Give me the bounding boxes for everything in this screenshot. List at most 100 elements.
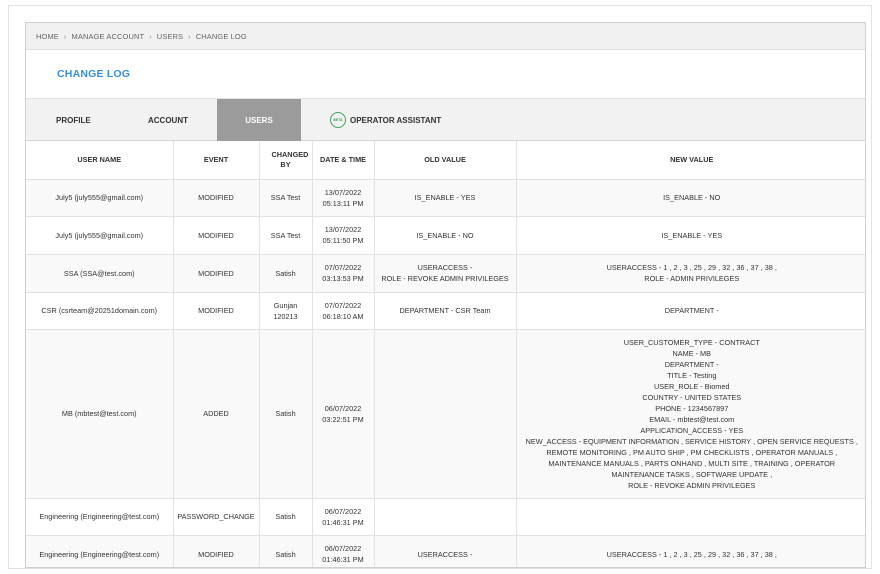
cell-user-name: July5 (july555@gmail.com)	[26, 216, 174, 255]
header-old-value[interactable]: OLD VALUE	[374, 141, 517, 180]
tab-label: PROFILE	[56, 115, 91, 125]
cell-date-time: 06/07/2022 01:46:31 PM	[312, 535, 375, 567]
table-row[interactable]: July5 (july555@gmail.com) MODIFIED SSA Tes…	[26, 216, 865, 255]
breadcrumb-change-log: CHANGE LOG	[195, 31, 247, 41]
new-value-line: PHONE - 1234567897	[655, 403, 729, 413]
header-user-name[interactable]: USER NAME	[26, 141, 174, 180]
date-time-line: 05:13:11 PM	[322, 198, 364, 208]
change-log-panel: HOME › MANAGE ACCOUNT › USERS › CHANGE L…	[25, 22, 866, 568]
beta-badge-icon: BETA	[330, 112, 346, 128]
page-title: CHANGE LOG	[57, 68, 131, 80]
breadcrumb-separator: ›	[188, 31, 191, 41]
cell-date-time: 13/07/2022 05:11:50 PM	[312, 216, 375, 255]
new-value-line: COUNTRY - UNITED STATES	[642, 392, 742, 402]
date-time-line: 06/07/2022	[324, 506, 362, 516]
breadcrumb-separator: ›	[149, 31, 152, 41]
new-value-line: NAME - MB	[672, 348, 711, 358]
date-time-line: 13/07/2022	[324, 225, 362, 234]
changed-by-line: SSA Test	[270, 193, 301, 202]
new-value-line: MAINTENANCE MANUALS , PARTS ONHAND , MUL…	[548, 458, 836, 468]
cell-date-time: 13/07/2022 05:13:11 PM	[312, 179, 375, 217]
change-log-table: USER NAME EVENT CHANGED BY DATE & TIME O…	[26, 141, 865, 567]
header-event[interactable]: EVENT	[173, 141, 260, 180]
table-row[interactable]: MB (mbtest@test.com) ADDED Satish 06/07/202…	[26, 329, 865, 499]
new-value-line: IS_ENABLE - YES	[661, 230, 723, 240]
tab-bar: PROFILE ACCOUNT USERS BETA OPERATOR ASSI…	[26, 98, 865, 141]
cell-user-name: MB (mbtest@test.com)	[26, 329, 174, 499]
changed-by-line: Satish	[275, 268, 296, 278]
new-value-line: ROLE - REVOKE ADMIN PRIVILEGES	[628, 480, 756, 490]
old-value-line: IS_ENABLE - NO	[416, 230, 474, 240]
header-new-value[interactable]: NEW VALUE	[516, 141, 865, 180]
date-time-line: 01:46:31 PM	[322, 517, 364, 527]
cell-user-name: Engineering (Engineering@test.com)	[26, 535, 174, 567]
old-value-line: IS_ENABLE - YES	[414, 193, 476, 202]
cell-old-value	[374, 329, 517, 499]
table-row[interactable]: Engineering (Engineering@test.com) MODIFI…	[26, 535, 865, 567]
old-value-line: ROLE - REVOKE ADMIN PRIVILEGES	[381, 274, 509, 283]
table-header-row: USER NAME EVENT CHANGED BY DATE & TIME O…	[26, 141, 865, 180]
cell-changed-by: Satish	[259, 535, 313, 567]
tab-label: ACCOUNT	[148, 115, 188, 125]
tab-account[interactable]: ACCOUNT	[148, 99, 188, 141]
new-value-line: USERACCESS - 1 , 2 , 3 , 25 , 29 , 32 , …	[606, 263, 777, 272]
new-value-line: IS_ENABLE - NO	[663, 193, 721, 202]
table-row[interactable]: CSR (csrteam@20251domain.com) MODIFIED Gun…	[26, 292, 865, 330]
new-value-line: EMAIL - mbtest@test.com	[649, 414, 735, 424]
breadcrumb-users[interactable]: USERS	[157, 32, 183, 41]
breadcrumb-home[interactable]: HOME	[36, 32, 59, 41]
cell-user-name: SSA (SSA@test.com)	[26, 254, 174, 293]
cell-event: MODIFIED	[173, 535, 260, 567]
new-value-line: DEPARTMENT -	[664, 359, 719, 369]
table-row[interactable]: July5 (july555@gmail.com) MODIFIED SSA Tes…	[26, 179, 865, 217]
cell-old-value: DEPARTMENT - CSR Team	[374, 292, 517, 330]
new-value-line: MAINTENANCE TASKS , SOFTWARE UPDATE ,	[611, 469, 773, 479]
old-value-line: USERACCESS -	[417, 549, 473, 559]
cell-date-time: 07/07/2022 03:13:53 PM	[312, 254, 375, 293]
cell-changed-by: Satish	[259, 498, 313, 536]
new-value-line: TITLE - Testing	[667, 370, 717, 380]
cell-new-value: DEPARTMENT -	[516, 292, 865, 330]
tab-profile[interactable]: PROFILE	[56, 99, 91, 141]
header-changed-by[interactable]: CHANGED BY	[259, 141, 313, 180]
cell-old-value: IS_ENABLE - NO	[374, 216, 517, 255]
breadcrumb-manage-account[interactable]: MANAGE ACCOUNT	[72, 32, 145, 41]
cell-new-value: USER_CUSTOMER_TYPE - CONTRACT NAME - MB DE…	[516, 329, 865, 499]
cell-event: MODIFIED	[173, 292, 260, 330]
cell-changed-by: SSA Test	[259, 179, 313, 217]
tab-operator-assistant[interactable]: BETA OPERATOR ASSISTANT	[330, 99, 441, 141]
cell-old-value: USERACCESS - ROLE - REVOKE ADMIN PRIVILEG…	[374, 254, 517, 293]
page-frame: HOME › MANAGE ACCOUNT › USERS › CHANGE L…	[8, 5, 872, 569]
new-value-line: USER_CUSTOMER_TYPE - CONTRACT	[623, 337, 760, 347]
new-value-line: DEPARTMENT -	[664, 306, 719, 315]
title-bar: CHANGE LOG	[26, 50, 865, 98]
date-time-line: 01:46:31 PM	[322, 555, 364, 564]
table-row[interactable]: Engineering (Engineering@test.com) PASSWO…	[26, 498, 865, 536]
cell-user-name: July5 (july555@gmail.com)	[26, 179, 174, 217]
date-time-line: 07/07/2022	[324, 263, 362, 272]
tab-users[interactable]: USERS	[217, 99, 301, 141]
cell-date-time: 06/07/2022 01:46:31 PM	[312, 498, 375, 536]
date-time-line: 06:18:10 AM	[322, 311, 364, 321]
cell-changed-by: SSA Test	[259, 216, 313, 255]
cell-event: MODIFIED	[173, 254, 260, 293]
date-time-line: 07/07/2022	[324, 300, 362, 310]
header-date-time[interactable]: DATE & TIME	[312, 141, 375, 180]
new-value-line: ROLE - ADMIN PRIVILEGES	[644, 274, 740, 283]
new-value-line: NEW_ACCESS - EQUIPMENT INFORMATION , SER…	[525, 436, 858, 446]
old-value-line: USERACCESS -	[417, 263, 473, 272]
date-time-line: 06/07/2022	[324, 544, 362, 553]
cell-date-time: 06/07/2022 03:22:51 PM	[312, 329, 375, 499]
cell-old-value: IS_ENABLE - YES	[374, 179, 517, 217]
new-value-line: USERACCESS - 1 , 2 , 3 , 25 , 29 , 32 , …	[606, 549, 777, 559]
cell-new-value: IS_ENABLE - YES	[516, 216, 865, 255]
cell-event: ADDED	[173, 329, 260, 499]
cell-event: MODIFIED	[173, 216, 260, 255]
tab-label: USERS	[245, 115, 273, 125]
cell-event: MODIFIED	[173, 179, 260, 217]
date-time-line: 03:22:51 PM	[322, 414, 364, 424]
date-time-line: 13/07/2022	[324, 187, 362, 197]
table-row[interactable]: SSA (SSA@test.com) MODIFIED Satish 07/07/20…	[26, 254, 865, 293]
cell-event: PASSWORD_CHANGE	[173, 498, 260, 536]
changed-by-line: SSA Test	[270, 230, 301, 240]
